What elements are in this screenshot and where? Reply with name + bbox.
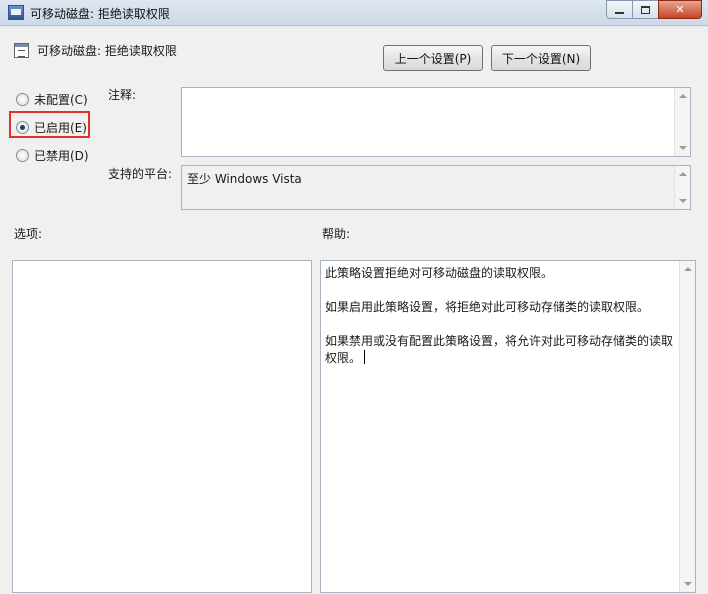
next-setting-button[interactable]: 下一个设置(N) xyxy=(491,45,591,71)
policy-icon xyxy=(14,43,29,58)
radio-not-configured[interactable]: 未配置(C) xyxy=(16,91,88,108)
maximize-icon xyxy=(641,5,650,14)
help-paragraph-text: 如果禁用或没有配置此策略设置，将允许对此可移动存储类的读取权限。 xyxy=(325,334,674,365)
radio-enabled-label: 已启用(E) xyxy=(34,121,87,135)
dialog-body: 可移动磁盘: 拒绝读取权限 上一个设置(P) 下一个设置(N) 未配置(C) 已… xyxy=(0,27,708,594)
title-bar: 可移动磁盘: 拒绝读取权限 ✕ xyxy=(0,0,708,26)
minimize-icon xyxy=(615,11,624,14)
help-scrollbar[interactable] xyxy=(679,261,695,592)
window-controls: ✕ xyxy=(606,0,702,19)
help-panel[interactable]: 此策略设置拒绝对可移动磁盘的读取权限。 如果启用此策略设置，将拒绝对此可移动存储… xyxy=(320,260,696,593)
platform-label: 支持的平台: xyxy=(108,167,173,181)
radio-disabled-circle[interactable] xyxy=(16,149,29,162)
radio-enabled[interactable]: 已启用(E) xyxy=(16,119,87,136)
text-caret xyxy=(364,350,366,364)
maximize-button[interactable] xyxy=(632,0,659,19)
app-icon xyxy=(8,5,24,20)
platform-field: 至少 Windows Vista xyxy=(181,165,691,210)
previous-setting-button[interactable]: 上一个设置(P) xyxy=(383,45,483,71)
options-label: 选项: xyxy=(14,227,43,241)
window-title: 可移动磁盘: 拒绝读取权限 xyxy=(30,7,170,21)
radio-disabled-label: 已禁用(D) xyxy=(34,149,89,163)
scroll-down-icon[interactable] xyxy=(684,582,692,586)
radio-not-configured-label: 未配置(C) xyxy=(34,93,88,107)
scroll-up-icon[interactable] xyxy=(679,94,687,98)
options-panel xyxy=(12,260,312,593)
comment-label: 注释: xyxy=(108,88,137,102)
scroll-up-icon[interactable] xyxy=(679,172,687,176)
radio-disabled[interactable]: 已禁用(D) xyxy=(16,147,89,164)
platform-value: 至少 Windows Vista xyxy=(187,172,302,186)
radio-enabled-circle[interactable] xyxy=(16,121,29,134)
scroll-down-icon[interactable] xyxy=(679,146,687,150)
scroll-up-icon[interactable] xyxy=(684,267,692,271)
platform-scrollbar[interactable] xyxy=(674,166,690,209)
close-button[interactable]: ✕ xyxy=(658,0,702,19)
minimize-button[interactable] xyxy=(606,0,633,19)
help-paragraph: 如果启用此策略设置，将拒绝对此可移动存储类的读取权限。 xyxy=(325,300,650,314)
close-icon: ✕ xyxy=(675,3,685,16)
help-paragraph-last: 如果禁用或没有配置此策略设置，将允许对此可移动存储类的读取权限。 xyxy=(325,333,677,367)
comment-scrollbar[interactable] xyxy=(674,88,690,156)
radio-not-configured-circle[interactable] xyxy=(16,93,29,106)
help-paragraph: 此策略设置拒绝对可移动磁盘的读取权限。 xyxy=(325,266,554,280)
scroll-down-icon[interactable] xyxy=(679,199,687,203)
policy-title: 可移动磁盘: 拒绝读取权限 xyxy=(37,44,177,58)
comment-textarea[interactable] xyxy=(181,87,691,157)
help-label: 帮助: xyxy=(322,227,351,241)
help-text: 此策略设置拒绝对可移动磁盘的读取权限。 如果启用此策略设置，将拒绝对此可移动存储… xyxy=(325,265,677,384)
